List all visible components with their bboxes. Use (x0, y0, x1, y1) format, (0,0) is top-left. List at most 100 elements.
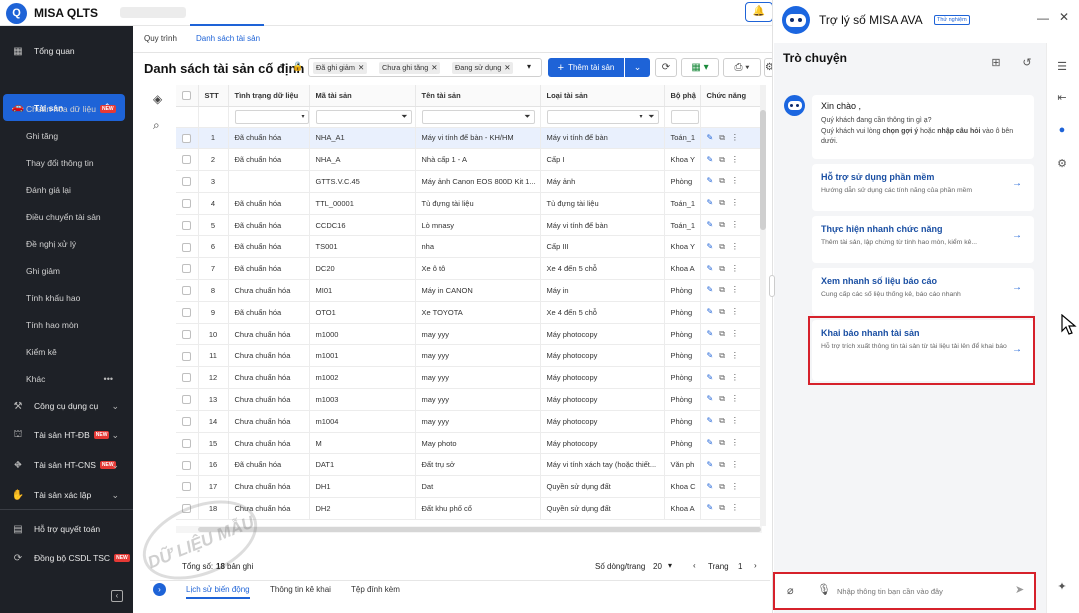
suggestion-quick-report[interactable]: Xem nhanh số liệu báo cáo Cung cấp các s… (812, 268, 1034, 315)
more-vertical-icon[interactable]: ⋮ (731, 416, 739, 425)
table-row[interactable]: 14 Chưa chuẩn hóa m1004 may yyy Máy photocop… (176, 410, 762, 433)
more-vertical-icon[interactable]: ⋮ (731, 394, 739, 403)
sidebar-subitem-wear[interactable]: Tính hao mòn (0, 311, 133, 338)
row-checkbox[interactable] (182, 242, 191, 252)
copy-icon[interactable]: ⧉ (719, 176, 725, 185)
menu-icon[interactable]: ☰ (1055, 60, 1069, 74)
table-row[interactable]: 12 Chưa chuẩn hóa m1002 may yyy Máy photocop… (176, 366, 762, 390)
edit-icon[interactable]: ✎ (707, 307, 714, 316)
copy-icon[interactable]: ⧉ (719, 242, 725, 251)
refresh-icon[interactable]: ⟳ (655, 58, 677, 77)
table-row[interactable]: 4 Đã chuẩn hóa TTL_00001 Tủ đựng tài liệu Tủ… (176, 192, 762, 215)
sidebar-subitem-increase[interactable]: Ghi tăng (0, 122, 133, 149)
sidebar-item-tools[interactable]: ⚒ Công cụ dụng cụ ⌄ (0, 393, 133, 419)
horizontal-scroll-thumb[interactable] (198, 527, 761, 532)
copy-icon[interactable]: ⧉ (719, 351, 725, 360)
copy-icon[interactable]: ⧉ (719, 394, 725, 403)
edit-icon[interactable]: ✎ (707, 373, 714, 382)
filter-icon[interactable]: ⏷ (648, 112, 654, 122)
type-filter-input[interactable]: ▾ ⏷ (546, 109, 659, 124)
sidebar-subitem-transfer[interactable]: Điều chuyển tài sản (0, 203, 133, 230)
chat-input[interactable] (837, 582, 1007, 600)
sidebar-subitem-other[interactable]: Khác ••• (0, 365, 133, 392)
sidebar-item-ht-cns[interactable]: ⛖ Tài sản HT-CNS NEW ⌄ (0, 452, 133, 478)
table-row[interactable]: 18 Chưa chuẩn hóa DH2 Đất khu phố cổ Quyền s… (176, 497, 762, 520)
table-row[interactable]: 11 Chưa chuẩn hóa m1001 may yyy Máy photocop… (176, 344, 762, 368)
send-icon[interactable]: ➤ (1015, 583, 1024, 596)
edit-icon[interactable]: ✎ (707, 155, 714, 164)
more-vertical-icon[interactable]: ⋮ (731, 133, 739, 142)
edit-icon[interactable]: ✎ (707, 242, 714, 251)
row-checkbox[interactable] (182, 264, 191, 274)
minimize-icon[interactable]: — (1037, 11, 1049, 25)
sidebar-subitem-change-info[interactable]: Thay đổi thông tin (0, 149, 133, 176)
row-checkbox[interactable] (182, 417, 191, 427)
table-row[interactable]: 17 Chưa chuẩn hóa DH1 Dat Quyền sử dụng đất K… (176, 475, 762, 499)
new-chat-icon[interactable]: ⊞ (989, 56, 1003, 70)
table-row[interactable]: 9 Đã chuẩn hóa OTO1 Xe TOYOTA Xe 4 đến 5 chỗ… (176, 301, 762, 324)
table-row[interactable]: 6 Đã chuẩn hóa TS001 nha Cấp III Khoa Y ✎ ⧉ ⋮ (176, 235, 762, 259)
row-checkbox[interactable] (182, 373, 191, 383)
sidebar-item-settlement[interactable]: ▤ Hỗ trợ quyết toán (0, 516, 133, 542)
table-row[interactable]: 13 Chưa chuẩn hóa m1003 may yyy Máy photocop… (176, 388, 762, 411)
more-vertical-icon[interactable]: ⋮ (731, 460, 739, 469)
edit-icon[interactable]: ✎ (707, 220, 714, 229)
more-vertical-icon[interactable]: ⋮ (731, 482, 739, 491)
row-checkbox[interactable] (182, 482, 191, 492)
copy-icon[interactable]: ⧉ (719, 220, 725, 229)
more-vertical-icon[interactable]: ⋮ (731, 307, 739, 316)
copy-icon[interactable]: ⧉ (719, 438, 725, 447)
sidebar-item-ht-db[interactable]: ⛫ Tài sản HT-ĐB NEW ⌄ (0, 422, 133, 448)
edit-icon[interactable]: ✎ (707, 285, 714, 294)
dept-filter-input[interactable] (670, 109, 699, 124)
sidebar-subitem-depreciation[interactable]: Tính khấu hao (0, 284, 133, 311)
row-checkbox[interactable] (182, 438, 191, 448)
table-row[interactable]: 16 Đã chuẩn hóa DAT1 Đất trụ sở Máy vi tính … (176, 453, 762, 477)
select-all-checkbox[interactable] (182, 91, 191, 100)
row-checkbox[interactable] (182, 329, 191, 339)
edit-icon[interactable]: ✎ (707, 198, 714, 207)
page-size-select[interactable]: 20 (653, 562, 662, 571)
filter-icon[interactable]: ⏷ (401, 112, 407, 122)
sidebar-item-overview[interactable]: ▦ Tổng quan (0, 38, 133, 64)
sidebar-item-established[interactable]: ✋ Tài sản xác lập ⌄ (0, 482, 133, 508)
sidebar-subitem-decrease[interactable]: Ghi giảm (0, 257, 133, 284)
more-vertical-icon[interactable]: ⋮ (731, 242, 739, 251)
edit-icon[interactable]: ✎ (707, 329, 714, 338)
edit-icon[interactable]: ✎ (707, 460, 714, 469)
edit-icon[interactable]: ✎ (707, 264, 714, 273)
table-row[interactable]: 10 Chưa chuẩn hóa m1000 may yyy Máy photocop… (176, 323, 762, 346)
close-icon[interactable]: ✕ (358, 63, 364, 72)
microphone-icon[interactable]: 🎙 (817, 583, 831, 596)
expand-icon[interactable]: › (153, 583, 166, 596)
row-checkbox[interactable] (182, 395, 191, 405)
row-checkbox[interactable] (182, 199, 191, 209)
more-vertical-icon[interactable]: ⋮ (731, 329, 739, 338)
chat-bubble-icon[interactable]: ● (1055, 124, 1069, 138)
edit-icon[interactable]: ✎ (707, 503, 714, 512)
table-row[interactable]: 7 Đã chuẩn hóa DC20 Xe ô tô Xe 4 đến 5 chỗ Kh… (176, 257, 762, 281)
excel-export-button[interactable]: ▦ ▾ (681, 58, 719, 77)
row-checkbox[interactable] (182, 177, 191, 187)
add-asset-button[interactable]: + Thêm tài sản (548, 58, 624, 77)
copy-icon[interactable]: ⧉ (719, 373, 725, 382)
filter-tags-box[interactable]: Đã ghi giảm ✕ Chưa ghi tăng ✕ Đang sử dụng… (308, 58, 542, 77)
sidebar-item-sync[interactable]: ⟳ Đồng bộ CSDL TSC NEW (0, 545, 133, 571)
history-icon[interactable]: ↺ (1020, 56, 1034, 70)
status-filter-select[interactable]: ▾ (234, 109, 308, 124)
row-checkbox[interactable] (182, 133, 191, 143)
row-checkbox[interactable] (182, 308, 191, 318)
more-vertical-icon[interactable]: ⋮ (731, 373, 739, 382)
tab-asset-list[interactable]: Danh sách tài sản (196, 34, 260, 43)
table-row[interactable]: 5 Đã chuẩn hóa CCDC16 Lò mnasy Máy vi tính đ… (176, 214, 762, 237)
suggestion-software-help[interactable]: Hỗ trợ sử dụng phần mềm Hướng dẫn sử dụn… (812, 164, 1034, 211)
more-vertical-icon[interactable]: ⋮ (731, 155, 739, 164)
copy-icon[interactable]: ⧉ (719, 416, 725, 425)
sidebar-subitem-normalize[interactable]: Chuẩn hóa dữ liệu NEW (0, 95, 133, 122)
prev-page-icon[interactable]: ‹ (693, 561, 696, 570)
layers-icon[interactable]: ◈ (153, 92, 162, 106)
sidebar-subitem-revaluate[interactable]: Đánh giá lại (0, 176, 133, 203)
close-icon[interactable]: ✕ (504, 63, 510, 72)
edit-icon[interactable]: ✎ (707, 133, 714, 142)
copy-icon[interactable]: ⧉ (719, 133, 725, 142)
